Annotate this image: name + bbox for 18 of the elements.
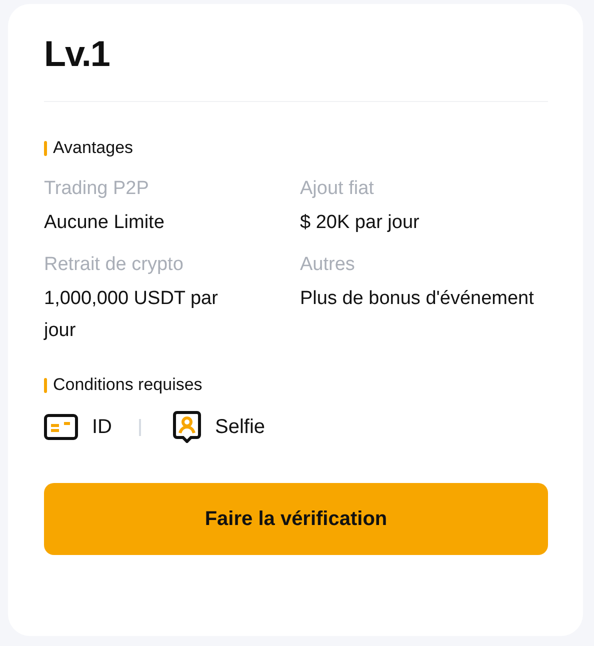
level-title: Lv.1 xyxy=(44,32,110,76)
benefit-label: Retrait de crypto xyxy=(44,253,184,277)
id-card-icon xyxy=(44,414,78,440)
section-heading: Avantages xyxy=(53,138,134,158)
requirement-label: ID xyxy=(92,416,112,438)
verify-button[interactable]: Faire la vérification xyxy=(44,483,548,555)
benefit-value: Aucune Limite xyxy=(44,211,166,235)
requirement-label: Selfie xyxy=(215,416,266,438)
benefit-value: $ 20K par jour xyxy=(300,211,420,235)
benefit-label: Autres xyxy=(300,253,356,277)
benefit-value: 1,000,000 USDT par jour xyxy=(44,287,219,343)
benefit-label: Trading P2P xyxy=(44,177,150,201)
accent-bar xyxy=(44,140,47,156)
section-heading: Conditions requises xyxy=(53,375,202,395)
benefit-label: Ajout fiat xyxy=(300,177,375,201)
benefit-value: Plus de bonus d'événement xyxy=(300,287,535,311)
accent-bar xyxy=(44,378,47,392)
selfie-icon xyxy=(173,411,201,443)
